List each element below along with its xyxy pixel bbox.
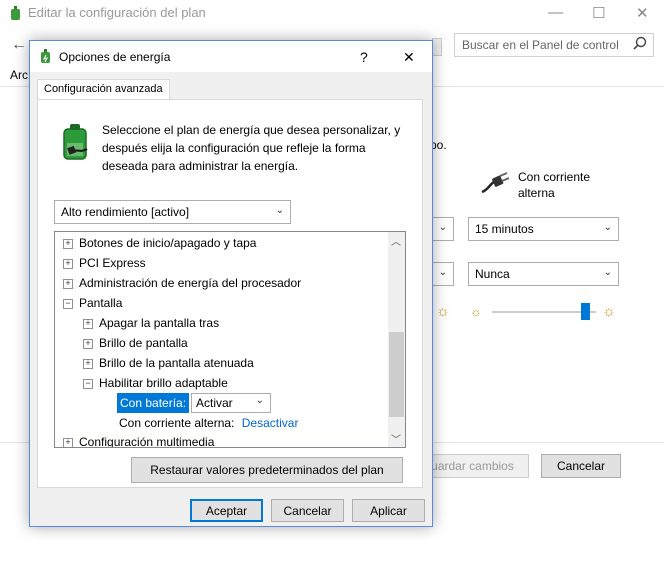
tree-item-adaptive-brightness[interactable]: − Habilitar brillo adaptable (83, 373, 228, 393)
chevron-down-icon: ⌄ (438, 267, 447, 278)
tree-scrollbar[interactable]: ︿ ﹀ (388, 232, 405, 447)
tree-item-multimedia[interactable]: + Configuración multimedia (63, 432, 214, 447)
expand-icon[interactable]: + (63, 437, 73, 447)
scroll-up-icon[interactable]: ︿ (391, 233, 401, 248)
chevron-down-icon: ⌄ (255, 395, 264, 406)
tab-advanced-settings[interactable]: Configuración avanzada (37, 79, 170, 99)
ac-label: Con corriente alterna (518, 170, 591, 200)
bg-select-left-1[interactable]: ⌄ (432, 217, 454, 241)
tree-item-display-brightness[interactable]: + Brillo de pantalla (83, 333, 188, 353)
on-battery-select[interactable]: Activar ⌄ (191, 393, 271, 413)
bg-app-icon (8, 5, 24, 21)
dialog-close-button[interactable]: ✕ (403, 49, 415, 66)
collapse-icon[interactable]: − (63, 298, 73, 309)
tree-item-turn-off-display[interactable]: + Apagar la pantalla tras (83, 313, 219, 333)
on-ac-setting[interactable]: Con corriente alterna: Desactivar (119, 413, 298, 433)
battery-plug-icon (59, 123, 93, 166)
expand-icon[interactable]: + (63, 238, 73, 249)
sun-dim-icon: ☼ (470, 304, 482, 319)
address-bar-fragment[interactable] (432, 38, 442, 56)
expand-icon[interactable]: + (63, 258, 73, 269)
chevron-down-icon: ⌄ (603, 222, 612, 233)
sun-bright-icon: ☼ (602, 303, 616, 320)
sleep-ac-select[interactable]: Nunca ⌄ (468, 262, 619, 286)
tree-item-dimmed-brightness[interactable]: + Brillo de la pantalla atenuada (83, 353, 254, 373)
power-options-dialog: Opciones de energía ? ✕ Configuración av… (29, 40, 433, 527)
restore-defaults-button[interactable]: Restaurar valores predeterminados del pl… (131, 457, 403, 483)
collapse-icon[interactable]: − (83, 378, 93, 389)
power-plan-select[interactable]: Alto rendimiento [activo] ⌄ (54, 200, 291, 224)
bg-select-left-2[interactable]: ⌄ (432, 262, 454, 286)
help-button[interactable]: ? (360, 49, 368, 65)
close-icon[interactable]: ✕ (636, 4, 649, 22)
chevron-down-icon: ⌄ (603, 267, 612, 278)
tree-item-pci-express[interactable]: + PCI Express (63, 253, 146, 273)
tree-item-display[interactable]: − Pantalla (63, 293, 122, 313)
ok-button[interactable]: Aceptar (190, 499, 263, 522)
back-arrow-icon[interactable]: ← (11, 36, 27, 54)
minimize-icon[interactable]: — (548, 4, 563, 21)
expand-icon[interactable]: + (63, 278, 73, 289)
bg-window-title: Editar la configuración del plan (28, 5, 206, 20)
settings-tree[interactable]: + Botones de inicio/apagado y tapa + PCI E… (54, 231, 406, 448)
chevron-down-icon: ⌄ (275, 205, 284, 216)
dialog-title: Opciones de energía (59, 50, 171, 64)
slider-thumb[interactable] (581, 303, 590, 320)
menu-fragment[interactable]: Arc (10, 68, 28, 82)
dialog-description: Seleccione el plan de energía que desea … (102, 123, 401, 173)
expand-icon[interactable]: + (83, 358, 93, 369)
search-icon[interactable] (632, 36, 648, 55)
bg-cancel-button[interactable]: Cancelar (541, 454, 621, 478)
on-battery-label[interactable]: Con batería: (117, 393, 190, 413)
maximize-icon[interactable]: ☐ (592, 4, 605, 22)
power-options-icon (38, 48, 54, 67)
search-input[interactable]: Buscar en el Panel de control (454, 33, 654, 57)
expand-icon[interactable]: + (83, 318, 93, 329)
on-ac-value-link[interactable]: Desactivar (242, 416, 299, 430)
scrollbar-thumb[interactable] (389, 332, 404, 417)
brightness-slider[interactable] (492, 303, 596, 320)
sun-bright-icon: ☼ (436, 303, 450, 320)
ac-plug-icon (480, 172, 510, 197)
apply-button[interactable]: Aplicar (352, 499, 425, 522)
cancel-button[interactable]: Cancelar (271, 499, 344, 522)
tree-item-processor-power[interactable]: + Administración de energía del procesado… (63, 273, 301, 293)
display-timeout-ac-select[interactable]: 15 minutos ⌄ (468, 217, 619, 241)
expand-icon[interactable]: + (83, 338, 93, 349)
chevron-down-icon: ⌄ (438, 222, 447, 233)
tree-item-power-buttons[interactable]: + Botones de inicio/apagado y tapa (63, 233, 256, 253)
scroll-down-icon[interactable]: ﹀ (391, 431, 401, 446)
